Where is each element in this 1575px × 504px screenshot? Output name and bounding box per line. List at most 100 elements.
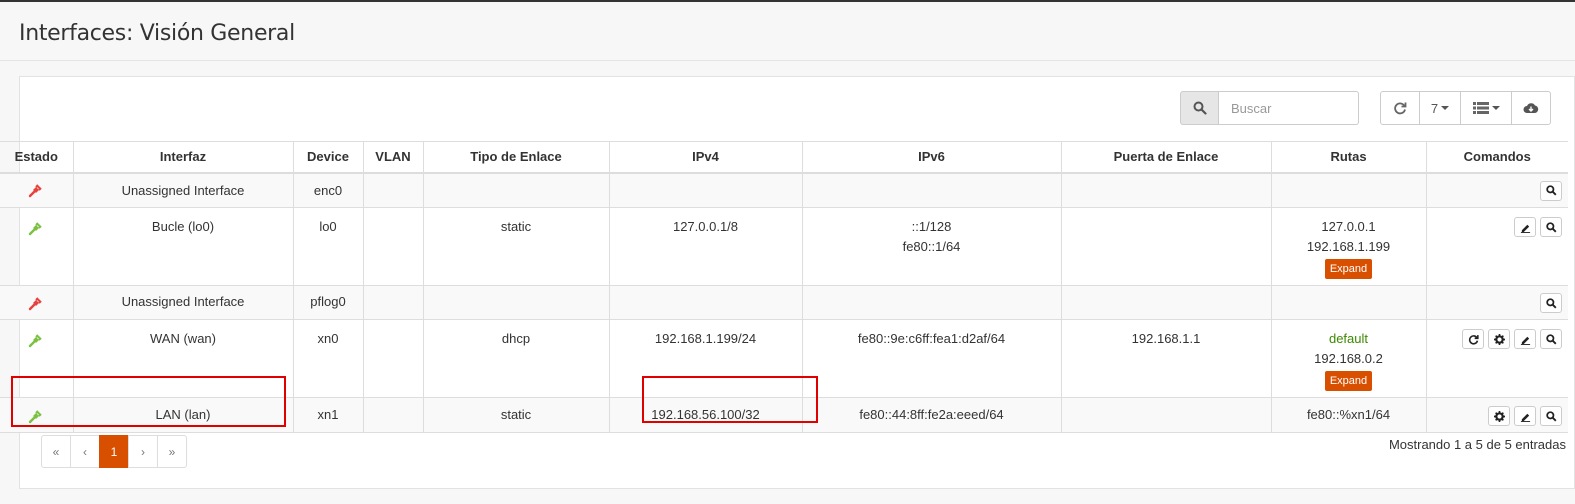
ipv4-cell [608,285,802,320]
commands-cell [1425,285,1568,320]
details-button[interactable] [1540,406,1562,426]
device-cell: lo0 [292,207,363,286]
expand-button[interactable]: Expand [1324,259,1373,279]
pagination: « ‹ 1 › » [41,435,187,468]
device-cell: enc0 [292,172,363,208]
link-type-cell: static [422,397,609,433]
pencil-icon [1520,413,1530,422]
edit-button[interactable] [1514,217,1536,237]
route-entry: 127.0.0.1 [1321,219,1376,234]
ipv6-address: fe80::1/64 [902,239,961,254]
ipv6-cell: fe80::44:8ff:fe2a:eeed/64 [801,397,1061,433]
ipv6-address: ::1/128 [911,219,952,234]
col-header-vlan[interactable]: VLAN [362,141,423,174]
table-row: Bucle (lo0) lo0 static 127.0.0.1/8 ::1/1… [0,207,1568,286]
table-header-row: Estado Interfaz Device VLAN Tipo de Enla… [0,141,1568,174]
vlan-cell [362,319,423,398]
interface-cell: WAN (wan) [72,319,293,398]
interface-cell: Unassigned Interface [72,285,293,320]
col-header-rutas[interactable]: Rutas [1270,141,1426,174]
gear-icon [1493,410,1505,422]
link-type-cell [422,285,609,320]
search-icon [1545,185,1556,196]
status-cell [0,172,73,208]
interface-cell: Bucle (lo0) [72,207,293,286]
settings-button[interactable] [1488,329,1510,349]
settings-button[interactable] [1488,406,1510,426]
commands-cell [1425,172,1568,208]
search-input[interactable] [1219,91,1359,125]
col-header-tipo-enlace[interactable]: Tipo de Enlace [422,141,609,174]
commands-cell [1425,319,1568,398]
status-cell [0,207,73,286]
ipv6-cell: ::1/128fe80::1/64 [801,207,1061,286]
caret-down-icon [1441,106,1450,110]
ipv4-cell: 192.168.56.100/32 [608,397,802,433]
col-header-ipv4[interactable]: IPv4 [608,141,802,174]
details-button[interactable] [1540,180,1562,201]
link-type-cell: dhcp [422,319,609,398]
col-header-ipv6[interactable]: IPv6 [801,141,1061,174]
gateway-cell [1060,172,1271,208]
cloud-download-icon [1523,103,1539,113]
expand-button[interactable]: Expand [1324,371,1373,391]
col-header-comandos: Comandos [1425,141,1568,174]
page-first-button[interactable]: « [41,435,71,468]
download-button[interactable] [1511,91,1551,125]
ipv4-cell [608,172,802,208]
page-title: Interfaces: Visión General [19,21,295,46]
search-button[interactable] [1180,91,1219,125]
ipv4-cell: 192.168.1.199/24 [608,319,802,398]
page-next-button[interactable]: › [128,435,158,468]
list-icon [1472,102,1489,114]
plug-up-icon [29,409,42,423]
page-last-button[interactable]: » [157,435,187,468]
pencil-icon [1520,224,1530,233]
vlan-cell [362,207,423,286]
vlan-cell [362,172,423,208]
vlan-cell [362,397,423,433]
edit-button[interactable] [1514,406,1536,426]
search-icon [1545,221,1556,232]
pencil-icon [1520,336,1530,345]
refresh-button[interactable] [1380,91,1420,125]
plug-up-icon [29,221,42,235]
table-toolbar: 7 [1380,91,1551,125]
page-current-button[interactable]: 1 [99,435,129,468]
col-header-device[interactable]: Device [292,141,363,174]
col-header-interfaz[interactable]: Interfaz [72,141,293,174]
columns-dropdown[interactable] [1460,91,1512,125]
col-header-puerta-enlace[interactable]: Puerta de Enlace [1060,141,1271,174]
commands-cell [1425,207,1568,286]
device-cell: xn0 [292,319,363,398]
plug-down-icon [29,184,42,198]
reload-button[interactable] [1462,329,1484,349]
details-button[interactable] [1540,329,1562,349]
col-header-estado[interactable]: Estado [0,141,73,174]
link-type-cell: static [422,207,609,286]
details-button[interactable] [1540,217,1562,237]
routes-cell: 127.0.0.1 192.168.1.199 Expand [1270,207,1426,286]
vlan-cell [362,285,423,320]
link-type-cell [422,172,609,208]
page-size-dropdown[interactable]: 7 [1419,91,1461,125]
search-icon [1545,410,1556,421]
table-row: Unassigned Interface pflog0 [0,285,1568,320]
route-entry-default: default [1328,331,1369,346]
route-entry: 192.168.1.199 [1306,239,1391,254]
status-cell [0,285,73,320]
table-row: LAN (lan) xn1 static 192.168.56.100/32 f… [0,397,1568,433]
details-button[interactable] [1540,293,1562,313]
route-entry: 192.168.0.2 [1314,351,1383,366]
title-bar: Interfaces: Visión General [0,2,1575,61]
ipv6-cell [801,285,1061,320]
routes-cell [1270,285,1426,320]
gear-icon [1493,333,1505,345]
edit-button[interactable] [1514,329,1536,349]
refresh-icon [1394,102,1407,115]
page-prev-button[interactable]: ‹ [70,435,100,468]
table-row: WAN (wan) xn0 dhcp 192.168.1.199/24 fe80… [0,319,1568,398]
search-icon [1545,297,1556,308]
routes-cell [1270,172,1426,208]
gateway-cell [1060,207,1271,286]
